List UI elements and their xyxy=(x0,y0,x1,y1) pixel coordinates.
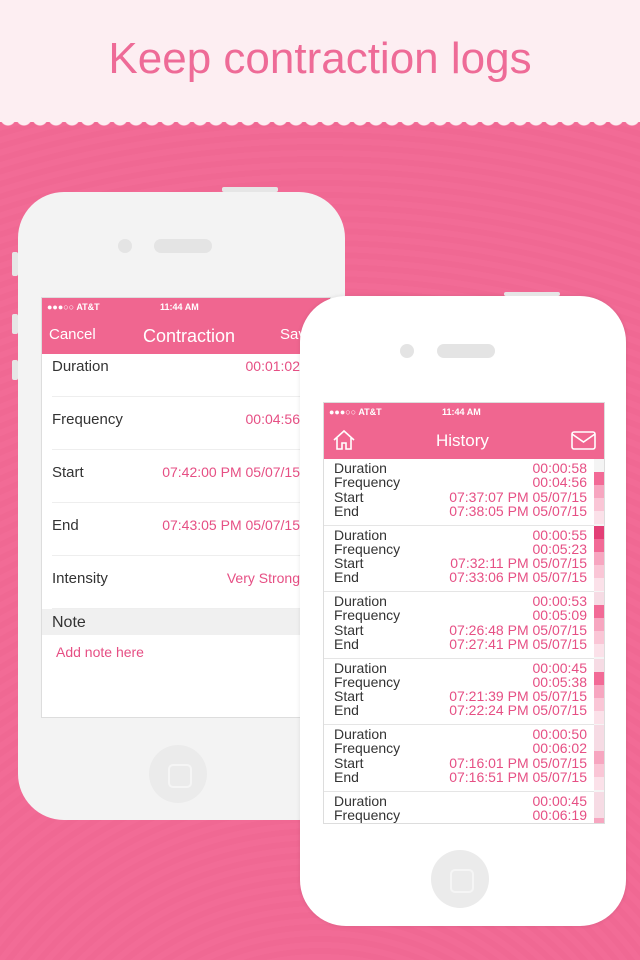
intensity-segment-group xyxy=(594,459,604,526)
intensity-segment xyxy=(594,511,604,524)
history-entry[interactable]: Duration 00:00:55 Frequency 00:05:23 Start 07… xyxy=(324,526,604,592)
intensity-segment xyxy=(594,564,604,578)
intensity-segment xyxy=(594,697,604,711)
intensity-segment xyxy=(594,525,604,539)
cancel-button[interactable]: Cancel xyxy=(49,326,96,343)
intensity-segment xyxy=(594,592,604,605)
intensity-segment xyxy=(594,577,604,591)
history-entry[interactable]: Duration 00:00:58 Frequency 00:04:56 Start 07… xyxy=(324,459,604,526)
field-row[interactable]: Start 07:42:00 PM 05/07/15 xyxy=(52,450,330,503)
note-header: Note xyxy=(42,609,330,635)
home-button[interactable] xyxy=(431,850,489,908)
status-bar: ●●●○○ AT&T 11:44 AM xyxy=(42,298,330,316)
nav-title: History xyxy=(436,431,489,450)
camera xyxy=(118,239,132,253)
intensity-segment-group xyxy=(594,658,604,726)
history-entry[interactable]: Duration00:00:45Frequency00:06:19StartEn… xyxy=(324,792,604,823)
field-row[interactable]: Frequency 00:04:56 xyxy=(52,397,330,450)
speaker xyxy=(154,239,212,253)
intensity-segment xyxy=(594,710,604,724)
home-button[interactable] xyxy=(149,745,207,803)
intensity-segment xyxy=(594,618,604,631)
banner-title: Keep contraction logs xyxy=(108,34,532,83)
intensity-segment xyxy=(594,671,604,685)
intensity-segment xyxy=(594,498,604,511)
field-row[interactable]: Duration 00:01:02 xyxy=(52,344,330,397)
intensity-segment xyxy=(594,485,604,498)
status-bar: ●●●○○ AT&T 11:44 AM xyxy=(324,403,604,421)
intensity-segment xyxy=(594,459,604,472)
scallop-edge xyxy=(0,118,640,136)
camera xyxy=(400,344,414,358)
intensity-segment-group xyxy=(594,592,604,659)
mail-icon[interactable] xyxy=(571,431,596,450)
intensity-segment xyxy=(594,751,604,764)
intensity-segment xyxy=(594,551,604,565)
intensity-segment-group xyxy=(594,791,604,823)
intensity-segment xyxy=(594,725,604,738)
history-screen: ●●●○○ AT&T 11:44 AM History Duration 00:0… xyxy=(323,402,605,824)
intensity-segment xyxy=(594,644,604,657)
history-entry[interactable]: Duration 00:00:53 Frequency 00:05:09 Start 07… xyxy=(324,592,604,659)
intensity-segment xyxy=(594,764,604,777)
intensity-segment xyxy=(594,791,604,805)
intensity-segment xyxy=(594,738,604,751)
intensity-segment xyxy=(594,538,604,552)
intensity-segment xyxy=(594,472,604,485)
home-icon[interactable] xyxy=(332,429,356,451)
intensity-segment xyxy=(594,658,604,672)
intensity-segment xyxy=(594,605,604,618)
intensity-segment xyxy=(594,804,604,818)
field-row[interactable]: End 07:43:05 PM 05/07/15 xyxy=(52,503,330,556)
intensity-segment-group xyxy=(594,725,604,792)
intensity-bar xyxy=(594,459,604,823)
intensity-segment xyxy=(594,777,604,790)
field-row[interactable]: Intensity Very Strong xyxy=(52,556,330,609)
history-entry[interactable]: Duration 00:00:50 Frequency 00:06:02 Start 07… xyxy=(324,725,604,792)
intensity-segment xyxy=(594,631,604,644)
contraction-screen: ●●●○○ AT&T 11:44 AM Cancel Contraction S… xyxy=(41,297,331,718)
intensity-segment-group xyxy=(594,525,604,593)
speaker xyxy=(437,344,495,358)
history-entry[interactable]: Duration 00:00:45 Frequency 00:05:38 Start 07… xyxy=(324,659,604,725)
nav-bar: History xyxy=(324,421,604,459)
note-input[interactable]: Add note here xyxy=(42,635,330,669)
intensity-segment xyxy=(594,684,604,698)
